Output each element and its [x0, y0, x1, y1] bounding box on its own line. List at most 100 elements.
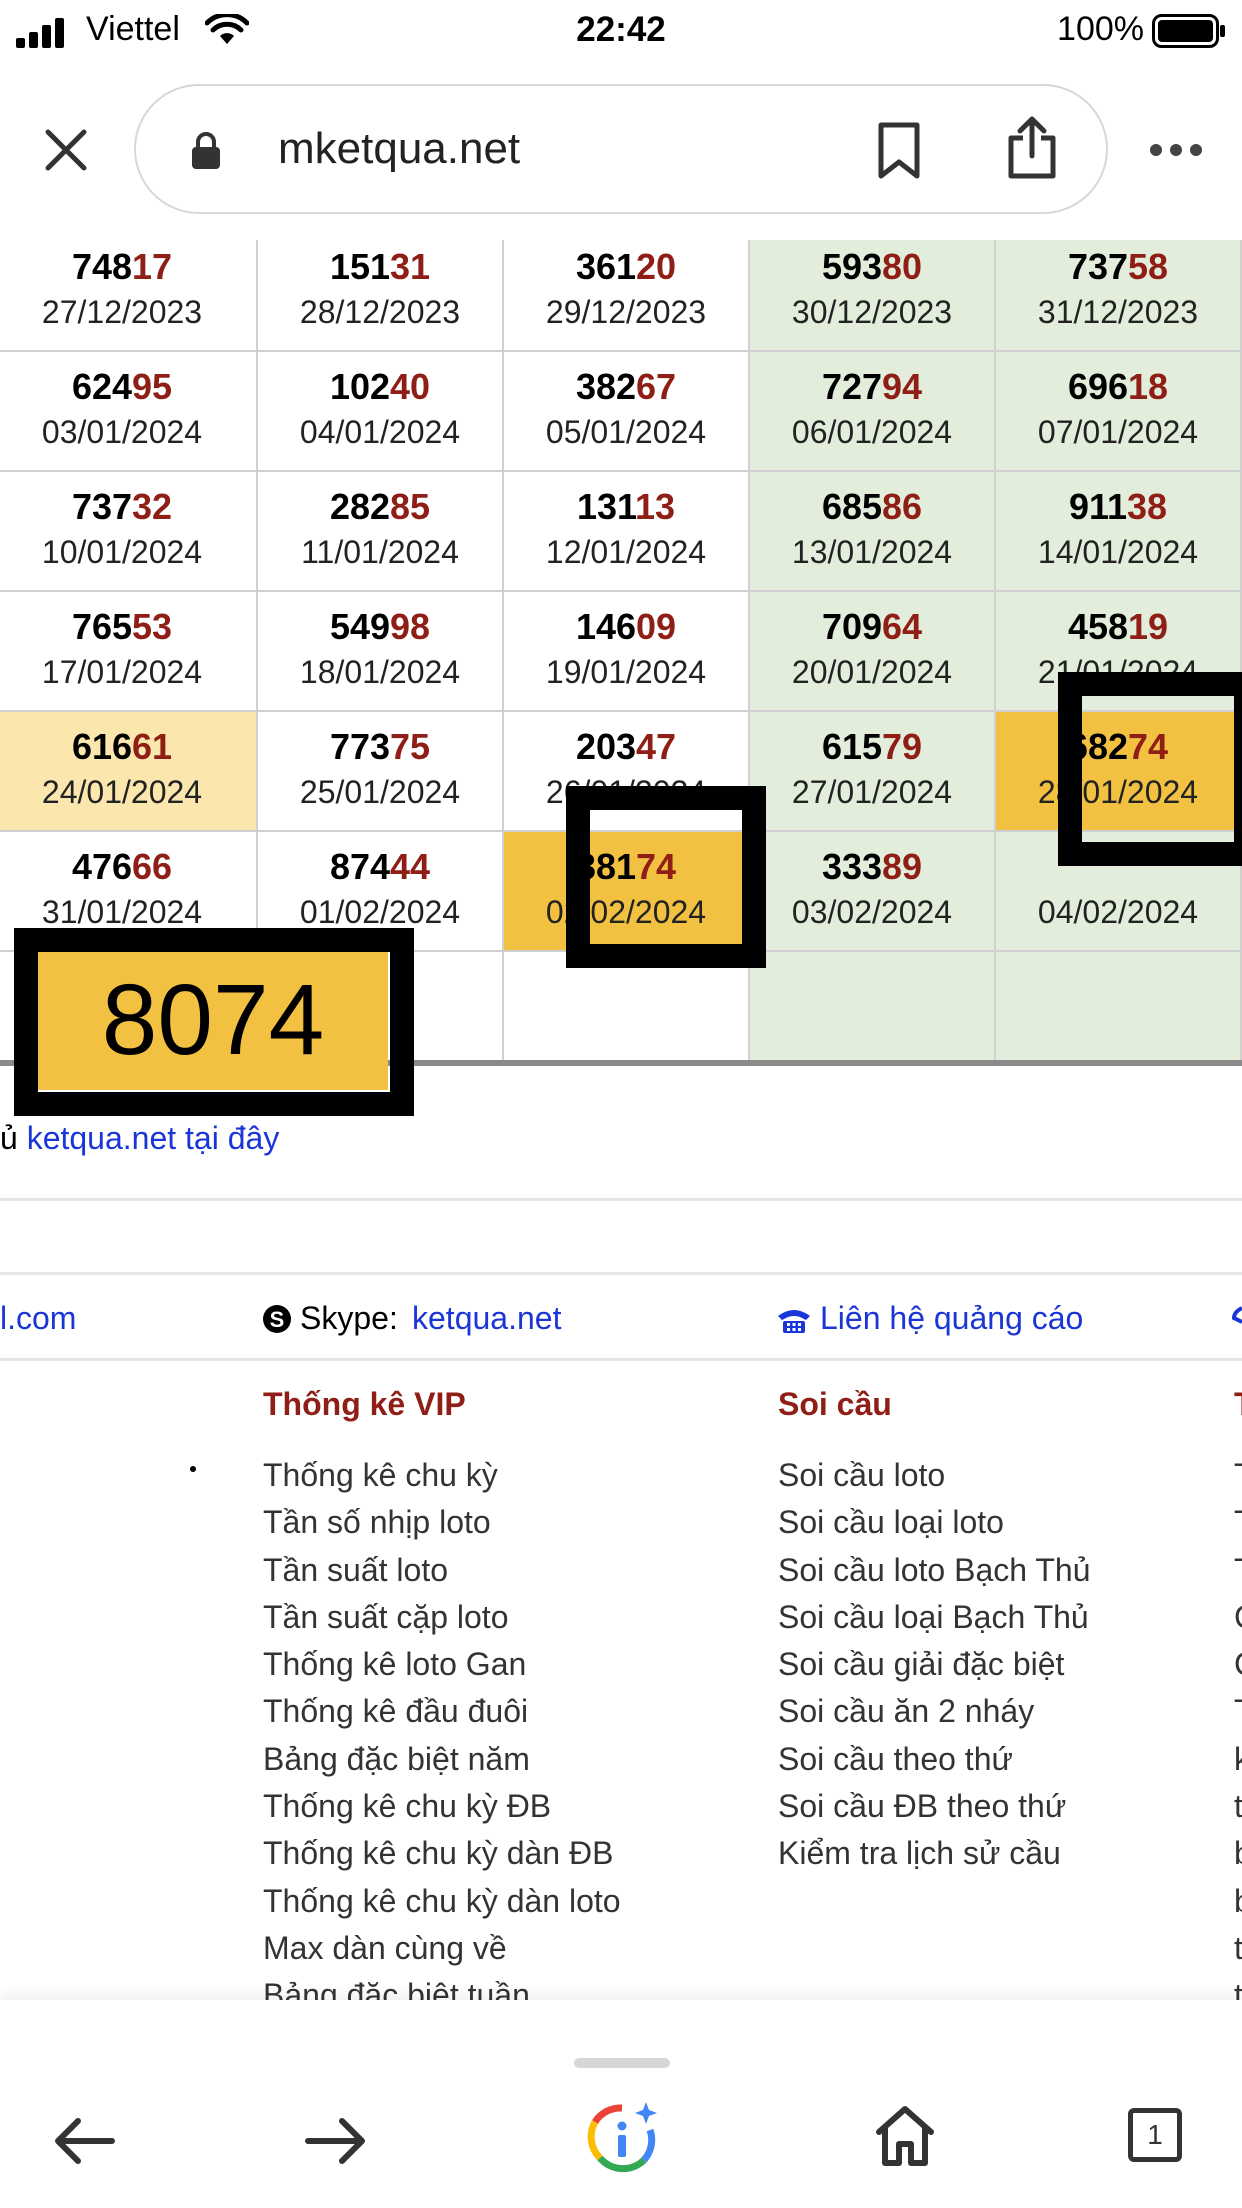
- third-column-link[interactable]: b: [1234, 1830, 1242, 1877]
- result-cell: 15131 28/12/2023: [258, 240, 504, 352]
- soi-cau-link[interactable]: Soi cầu theo thứ: [778, 1736, 1091, 1783]
- vip-stats-link[interactable]: Thống kê chu kỳ ĐB: [263, 1783, 621, 1830]
- result-number: 72794: [750, 366, 994, 408]
- result-number: 70964: [750, 606, 994, 648]
- svg-text:S: S: [270, 1307, 285, 1332]
- result-cell: 91138 14/01/2024: [996, 472, 1242, 592]
- number-suffix: 31: [390, 246, 431, 287]
- result-date: 04/01/2024: [299, 414, 461, 450]
- third-column-link[interactable]: T: [1234, 1499, 1242, 1546]
- vip-stats-link[interactable]: Tần số nhịp loto: [263, 1499, 621, 1546]
- skype-link[interactable]: ketqua.net: [412, 1300, 561, 1337]
- battery-percent: 100%: [1057, 10, 1144, 48]
- third-column-link[interactable]: k: [1234, 1736, 1242, 1783]
- divider: [0, 1272, 1242, 1275]
- third-column-link[interactable]: t: [1234, 1925, 1242, 1972]
- soi-cau-link[interactable]: Soi cầu ăn 2 nháy: [778, 1688, 1091, 1735]
- third-column-list: TTTCCTktbbtt: [1234, 1452, 1242, 2020]
- number-prefix: 102: [329, 366, 391, 407]
- number-suffix: 20: [636, 246, 677, 287]
- result-cell: 61661 24/01/2024: [0, 712, 258, 832]
- vip-stats-link[interactable]: Thống kê chu kỳ: [263, 1452, 621, 1499]
- number-suffix: 58: [1128, 246, 1169, 287]
- third-column-link[interactable]: T: [1234, 1452, 1242, 1499]
- soi-cau-link[interactable]: Soi cầu loại Bạch Thủ: [778, 1594, 1091, 1641]
- soi-cau-link[interactable]: Soi cầu loto: [778, 1452, 1091, 1499]
- result-date: 20/01/2024: [791, 654, 953, 690]
- soi-cau-link[interactable]: Soi cầu loại loto: [778, 1499, 1091, 1546]
- result-number: 73732: [0, 486, 256, 528]
- vip-stats-link[interactable]: Thống kê đầu đuôi: [263, 1688, 621, 1735]
- ads-contact-link[interactable]: Liên hệ quảng cáo: [820, 1300, 1083, 1337]
- number-prefix: 696: [1067, 366, 1129, 407]
- soi-cau-link[interactable]: Soi cầu loto Bạch Thủ: [778, 1547, 1091, 1594]
- ketqua-link[interactable]: ketqua.net tại đây: [27, 1120, 280, 1156]
- cut-off-icon: [1232, 1306, 1242, 1324]
- result-date: 04/02/2024: [1037, 894, 1199, 930]
- third-column-link[interactable]: t: [1234, 1783, 1242, 1830]
- number-suffix: 75: [390, 726, 431, 767]
- third-column-link[interactable]: T: [1234, 1688, 1242, 1735]
- number-prefix: 282: [329, 486, 391, 527]
- empty-cell: [750, 952, 996, 1062]
- number-prefix: 593: [821, 246, 883, 287]
- number-suffix: 17: [132, 246, 173, 287]
- result-cell: 70964 20/01/2024: [750, 592, 996, 712]
- vip-stats-link[interactable]: Tần suất cặp loto: [263, 1594, 621, 1641]
- result-date: 28/12/2023: [299, 294, 461, 330]
- share-icon[interactable]: [1006, 116, 1058, 180]
- drag-handle[interactable]: [574, 2058, 670, 2068]
- soi-cau-link[interactable]: Soi cầu giải đặc biệt: [778, 1641, 1091, 1688]
- vip-stats-link[interactable]: Tần suất loto: [263, 1547, 621, 1594]
- google-lens-info-icon[interactable]: [586, 2102, 658, 2174]
- third-column-link[interactable]: C: [1234, 1641, 1242, 1688]
- number-suffix: 44: [390, 846, 431, 887]
- address-bar[interactable]: mketqua.net: [134, 84, 1108, 214]
- result-number: 87444: [258, 846, 502, 888]
- more-options-icon[interactable]: [1148, 142, 1204, 158]
- result-number: 10240: [258, 366, 502, 408]
- number-suffix: 94: [882, 366, 923, 407]
- forward-arrow-icon[interactable]: [304, 2116, 368, 2166]
- email-link[interactable]: l.com: [0, 1300, 76, 1337]
- number-suffix: 38: [1127, 486, 1168, 527]
- result-date: 17/01/2024: [41, 654, 203, 690]
- vip-stats-link[interactable]: Bảng đặc biệt năm: [263, 1736, 621, 1783]
- tab-count-button[interactable]: 1: [1128, 2108, 1182, 2162]
- vip-stats-link[interactable]: Thống kê chu kỳ dàn loto: [263, 1878, 621, 1925]
- home-icon[interactable]: [874, 2104, 936, 2168]
- number-prefix: 624: [71, 366, 133, 407]
- third-column-link[interactable]: C: [1234, 1594, 1242, 1641]
- bookmark-icon[interactable]: [876, 122, 922, 180]
- result-cell: 73758 31/12/2023: [996, 240, 1242, 352]
- number-prefix: 737: [1067, 246, 1129, 287]
- vip-stats-link[interactable]: Thống kê chu kỳ dàn ĐB: [263, 1830, 621, 1877]
- skype-label: Skype:: [300, 1300, 398, 1336]
- result-number: 38267: [504, 366, 748, 408]
- close-tab-icon[interactable]: [44, 128, 88, 172]
- third-column-link[interactable]: T: [1234, 1547, 1242, 1594]
- result-number: 33389: [750, 846, 994, 888]
- number-prefix: 737: [71, 486, 133, 527]
- result-number: 69618: [996, 366, 1240, 408]
- result-date: 01/02/2024: [299, 894, 461, 930]
- result-cell: 28285 11/01/2024: [258, 472, 504, 592]
- result-cell: 61579 27/01/2024: [750, 712, 996, 832]
- vip-stats-link[interactable]: Thống kê loto Gan: [263, 1641, 621, 1688]
- soi-cau-link[interactable]: Soi cầu ĐB theo thứ: [778, 1783, 1091, 1830]
- url-text[interactable]: mketqua.net: [278, 124, 520, 174]
- result-date: 06/01/2024: [791, 414, 953, 450]
- result-number: 76553: [0, 606, 256, 648]
- result-date: 27/01/2024: [791, 774, 953, 810]
- third-column-link[interactable]: b: [1234, 1878, 1242, 1925]
- result-cell: 62495 03/01/2024: [0, 352, 258, 472]
- number-prefix: 146: [575, 606, 637, 647]
- divider: [0, 1358, 1242, 1361]
- tab-count: 1: [1147, 2119, 1163, 2150]
- soi-cau-link[interactable]: Kiểm tra lịch sử cầu: [778, 1830, 1091, 1877]
- back-arrow-icon[interactable]: [52, 2116, 116, 2166]
- result-cell: 69618 07/01/2024: [996, 352, 1242, 472]
- vip-stats-link[interactable]: Max dàn cùng về: [263, 1925, 621, 1972]
- number-suffix: 79: [882, 726, 923, 767]
- number-suffix: 67: [636, 366, 677, 407]
